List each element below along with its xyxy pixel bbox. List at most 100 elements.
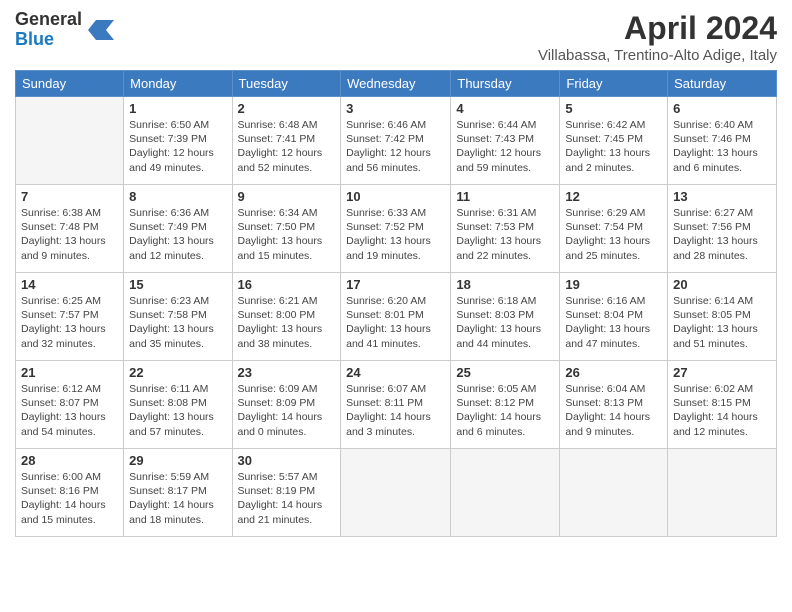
main-title: April 2024 xyxy=(538,10,777,47)
week-row-3: 14Sunrise: 6:25 AMSunset: 7:57 PMDayligh… xyxy=(16,273,777,361)
calendar-cell: 15 Sunrise: 6:23 AMSunset: 7:58 PMDayligh… xyxy=(124,273,232,361)
calendar-cell: 19 Sunrise: 6:16 AMSunset: 8:04 PMDayligh… xyxy=(560,273,668,361)
day-number: 30 xyxy=(238,453,336,468)
calendar-cell: 20 Sunrise: 6:14 AMSunset: 8:05 PMDayligh… xyxy=(668,273,777,361)
day-info: Sunrise: 6:14 AMSunset: 8:05 PMDaylight:… xyxy=(673,294,771,351)
calendar-cell xyxy=(16,97,124,185)
calendar-cell: 27 Sunrise: 6:02 AMSunset: 8:15 PMDayligh… xyxy=(668,361,777,449)
day-info: Sunrise: 6:05 AMSunset: 8:12 PMDaylight:… xyxy=(456,382,554,439)
calendar-cell: 4 Sunrise: 6:44 AMSunset: 7:43 PMDaylight… xyxy=(451,97,560,185)
day-info: Sunrise: 6:11 AMSunset: 8:08 PMDaylight:… xyxy=(129,382,226,439)
day-number: 17 xyxy=(346,277,445,292)
day-info: Sunrise: 6:02 AMSunset: 8:15 PMDaylight:… xyxy=(673,382,771,439)
day-info: Sunrise: 6:44 AMSunset: 7:43 PMDaylight:… xyxy=(456,118,554,175)
day-info: Sunrise: 6:34 AMSunset: 7:50 PMDaylight:… xyxy=(238,206,336,263)
day-number: 13 xyxy=(673,189,771,204)
col-monday: Monday xyxy=(124,71,232,97)
day-info: Sunrise: 6:33 AMSunset: 7:52 PMDaylight:… xyxy=(346,206,445,263)
day-info: Sunrise: 6:27 AMSunset: 7:56 PMDaylight:… xyxy=(673,206,771,263)
calendar-cell: 12Sunrise: 6:29 AMSunset: 7:54 PMDayligh… xyxy=(560,185,668,273)
logo-general: General xyxy=(15,10,82,30)
day-number: 2 xyxy=(238,101,336,116)
calendar-cell: 23 Sunrise: 6:09 AMSunset: 8:09 PMDayligh… xyxy=(232,361,341,449)
day-info: Sunrise: 6:38 AMSunset: 7:48 PMDaylight:… xyxy=(21,206,118,263)
day-number: 23 xyxy=(238,365,336,380)
calendar-cell: 16 Sunrise: 6:21 AMSunset: 8:00 PMDayligh… xyxy=(232,273,341,361)
calendar-cell: 14Sunrise: 6:25 AMSunset: 7:57 PMDayligh… xyxy=(16,273,124,361)
day-info: Sunrise: 6:16 AMSunset: 8:04 PMDaylight:… xyxy=(565,294,662,351)
subtitle: Villabassa, Trentino-Alto Adige, Italy xyxy=(538,47,777,64)
day-number: 4 xyxy=(456,101,554,116)
calendar-cell: 29 Sunrise: 5:59 AMSunset: 8:17 PMDayligh… xyxy=(124,449,232,537)
calendar-cell: 21Sunrise: 6:12 AMSunset: 8:07 PMDayligh… xyxy=(16,361,124,449)
calendar-cell: 13 Sunrise: 6:27 AMSunset: 7:56 PMDayligh… xyxy=(668,185,777,273)
calendar-cell: 28 Sunrise: 6:00 AMSunset: 8:16 PMDayligh… xyxy=(16,449,124,537)
day-number: 10 xyxy=(346,189,445,204)
day-info: Sunrise: 6:31 AMSunset: 7:53 PMDaylight:… xyxy=(456,206,554,263)
day-number: 1 xyxy=(129,101,226,116)
calendar-cell: 30 Sunrise: 5:57 AMSunset: 8:19 PMDayligh… xyxy=(232,449,341,537)
day-info: Sunrise: 6:09 AMSunset: 8:09 PMDaylight:… xyxy=(238,382,336,439)
week-row-4: 21Sunrise: 6:12 AMSunset: 8:07 PMDayligh… xyxy=(16,361,777,449)
calendar-header-row: Sunday Monday Tuesday Wednesday Thursday… xyxy=(16,71,777,97)
day-number: 19 xyxy=(565,277,662,292)
day-info: Sunrise: 6:23 AMSunset: 7:58 PMDaylight:… xyxy=(129,294,226,351)
day-info: Sunrise: 5:59 AMSunset: 8:17 PMDaylight:… xyxy=(129,470,226,527)
col-thursday: Thursday xyxy=(451,71,560,97)
calendar-cell: 17Sunrise: 6:20 AMSunset: 8:01 PMDayligh… xyxy=(341,273,451,361)
calendar-cell: 5 Sunrise: 6:42 AMSunset: 7:45 PMDaylight… xyxy=(560,97,668,185)
day-number: 20 xyxy=(673,277,771,292)
day-number: 15 xyxy=(129,277,226,292)
day-number: 11 xyxy=(456,189,554,204)
week-row-2: 7 Sunrise: 6:38 AMSunset: 7:48 PMDaylight… xyxy=(16,185,777,273)
day-number: 8 xyxy=(129,189,226,204)
calendar-cell xyxy=(560,449,668,537)
calendar-cell: 10 Sunrise: 6:33 AMSunset: 7:52 PMDayligh… xyxy=(341,185,451,273)
calendar-cell: 18Sunrise: 6:18 AMSunset: 8:03 PMDayligh… xyxy=(451,273,560,361)
calendar-cell xyxy=(451,449,560,537)
day-info: Sunrise: 6:00 AMSunset: 8:16 PMDaylight:… xyxy=(21,470,118,527)
day-number: 9 xyxy=(238,189,336,204)
day-number: 16 xyxy=(238,277,336,292)
calendar-cell: 6Sunrise: 6:40 AMSunset: 7:46 PMDaylight… xyxy=(668,97,777,185)
day-info: Sunrise: 5:57 AMSunset: 8:19 PMDaylight:… xyxy=(238,470,336,527)
day-info: Sunrise: 6:07 AMSunset: 8:11 PMDaylight:… xyxy=(346,382,445,439)
col-wednesday: Wednesday xyxy=(341,71,451,97)
day-number: 3 xyxy=(346,101,445,116)
week-row-1: 1Sunrise: 6:50 AMSunset: 7:39 PMDaylight… xyxy=(16,97,777,185)
calendar-table: Sunday Monday Tuesday Wednesday Thursday… xyxy=(15,70,777,537)
day-number: 27 xyxy=(673,365,771,380)
day-number: 26 xyxy=(565,365,662,380)
day-number: 6 xyxy=(673,101,771,116)
day-number: 24 xyxy=(346,365,445,380)
day-number: 7 xyxy=(21,189,118,204)
day-info: Sunrise: 6:04 AMSunset: 8:13 PMDaylight:… xyxy=(565,382,662,439)
calendar-cell xyxy=(668,449,777,537)
calendar-cell: 3 Sunrise: 6:46 AMSunset: 7:42 PMDaylight… xyxy=(341,97,451,185)
calendar-cell: 7 Sunrise: 6:38 AMSunset: 7:48 PMDaylight… xyxy=(16,185,124,273)
day-number: 12 xyxy=(565,189,662,204)
day-number: 29 xyxy=(129,453,226,468)
calendar-cell: 11 Sunrise: 6:31 AMSunset: 7:53 PMDayligh… xyxy=(451,185,560,273)
title-section: April 2024 Villabassa, Trentino-Alto Adi… xyxy=(538,10,777,64)
week-row-5: 28 Sunrise: 6:00 AMSunset: 8:16 PMDayligh… xyxy=(16,449,777,537)
day-number: 25 xyxy=(456,365,554,380)
day-number: 28 xyxy=(21,453,118,468)
day-info: Sunrise: 6:46 AMSunset: 7:42 PMDaylight:… xyxy=(346,118,445,175)
logo-icon xyxy=(86,16,114,44)
calendar-cell: 2 Sunrise: 6:48 AMSunset: 7:41 PMDaylight… xyxy=(232,97,341,185)
day-info: Sunrise: 6:42 AMSunset: 7:45 PMDaylight:… xyxy=(565,118,662,175)
col-sunday: Sunday xyxy=(16,71,124,97)
col-tuesday: Tuesday xyxy=(232,71,341,97)
day-number: 5 xyxy=(565,101,662,116)
calendar-cell: 26 Sunrise: 6:04 AMSunset: 8:13 PMDayligh… xyxy=(560,361,668,449)
logo-text: General Blue xyxy=(15,10,82,50)
page-header: General Blue April 2024 Villabassa, Tren… xyxy=(15,10,777,64)
day-info: Sunrise: 6:48 AMSunset: 7:41 PMDaylight:… xyxy=(238,118,336,175)
day-number: 18 xyxy=(456,277,554,292)
col-friday: Friday xyxy=(560,71,668,97)
calendar-cell: 25 Sunrise: 6:05 AMSunset: 8:12 PMDayligh… xyxy=(451,361,560,449)
day-number: 21 xyxy=(21,365,118,380)
col-saturday: Saturday xyxy=(668,71,777,97)
day-info: Sunrise: 6:21 AMSunset: 8:00 PMDaylight:… xyxy=(238,294,336,351)
